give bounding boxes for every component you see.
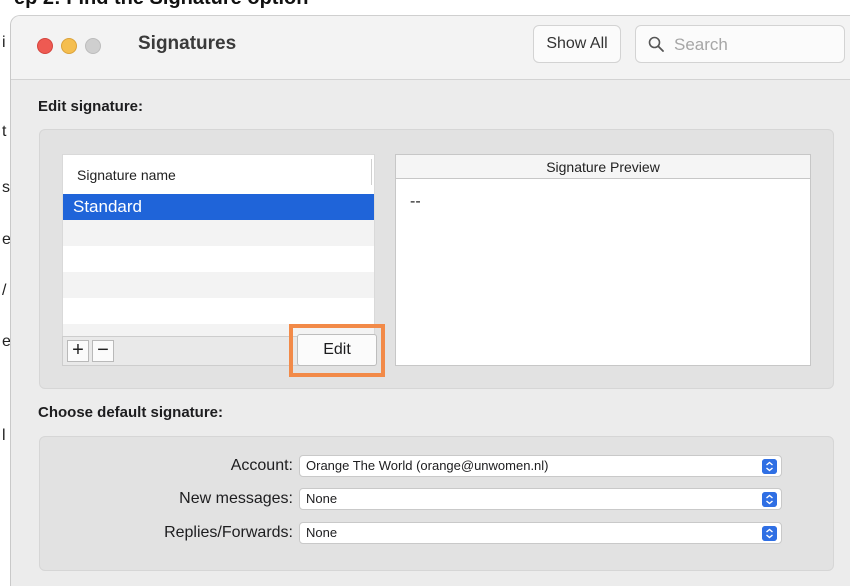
window-title: Signatures: [138, 33, 237, 54]
add-signature-button[interactable]: +: [67, 340, 89, 362]
signature-preview-pane: Signature Preview --: [395, 154, 811, 366]
chevron-up-down-icon: [762, 459, 777, 474]
account-value: Orange The World (orange@unwomen.nl): [306, 458, 549, 473]
signatures-window: Signatures Show All Edit signature: Sign…: [10, 15, 850, 586]
close-window-button[interactable]: [37, 38, 53, 54]
choose-default-signature-label: Choose default signature:: [38, 404, 224, 421]
list-item: [63, 272, 374, 298]
new-messages-value: None: [306, 491, 338, 506]
signature-preview-header: Signature Preview: [396, 155, 810, 179]
chevron-up-down-icon: [762, 526, 777, 541]
account-label: Account:: [230, 457, 293, 474]
background-glyph: i: [2, 34, 6, 51]
signature-preview-text: --: [410, 193, 421, 210]
minimize-window-button[interactable]: [61, 38, 77, 54]
remove-signature-button[interactable]: −: [92, 340, 114, 362]
new-messages-label: New messages:: [179, 490, 293, 507]
replies-forwards-value: None: [306, 525, 338, 540]
edit-signature-label: Edit signature:: [38, 98, 144, 115]
chevron-up-down-icon: [762, 492, 777, 507]
search-input[interactable]: [672, 33, 836, 57]
signature-row-standard[interactable]: Standard: [63, 194, 374, 220]
background-glyph: s: [2, 179, 10, 196]
zoom-window-button[interactable]: [85, 38, 101, 54]
list-item: [63, 298, 374, 324]
background-heading: ep 2: Find the Signature option: [14, 0, 308, 9]
account-popup[interactable]: Orange The World (orange@unwomen.nl): [299, 455, 782, 477]
background-glyph: l: [2, 427, 6, 444]
signature-list[interactable]: Signature name Standard: [62, 154, 375, 350]
search-icon: [648, 36, 664, 52]
replies-forwards-label: Replies/Forwards:: [164, 524, 293, 541]
show-all-button[interactable]: Show All: [533, 25, 621, 63]
title-bar: Signatures Show All: [11, 16, 850, 80]
signature-name-column-header[interactable]: Signature name: [63, 155, 374, 191]
new-messages-popup[interactable]: None: [299, 488, 782, 510]
replies-forwards-popup[interactable]: None: [299, 522, 782, 544]
background-glyph: /: [2, 282, 7, 299]
background-left-strip: i t s e / e l: [0, 0, 11, 585]
list-item: [63, 246, 374, 272]
list-item: [63, 220, 374, 246]
search-field[interactable]: [635, 25, 845, 63]
background-glyph: t: [2, 123, 7, 140]
edit-signature-button[interactable]: Edit: [297, 334, 377, 366]
